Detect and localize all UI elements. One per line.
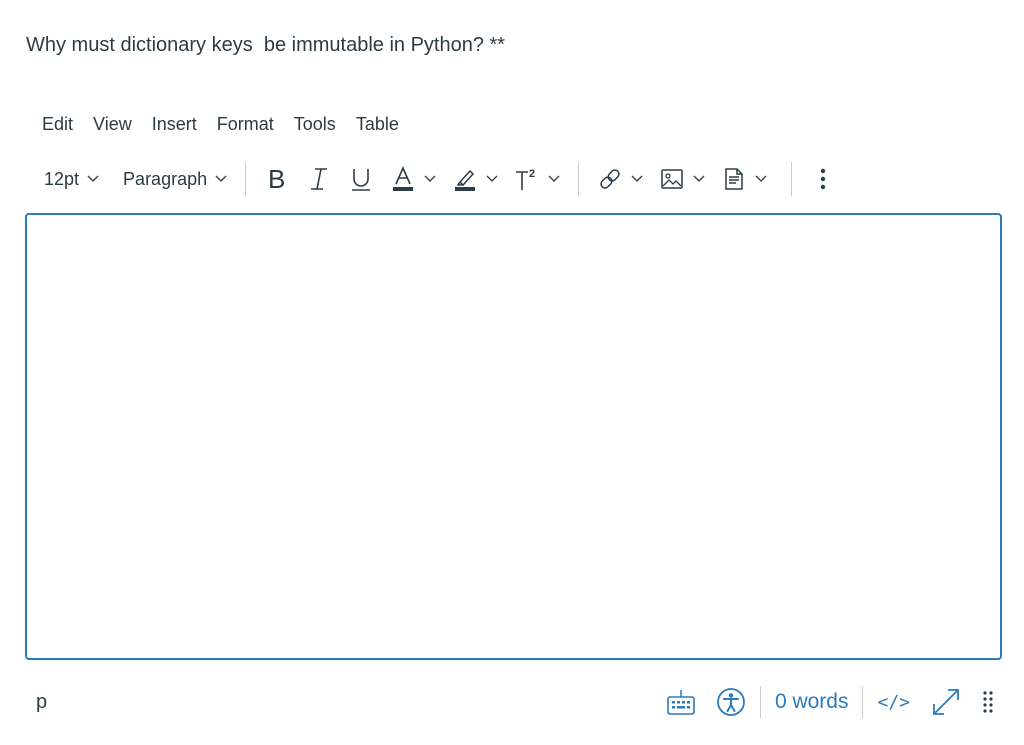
superscript-button[interactable]: 2	[506, 159, 568, 199]
toolbar-divider	[578, 162, 580, 196]
word-count-button[interactable]: 0 words	[765, 690, 859, 714]
more-icon	[818, 166, 828, 192]
accessibility-checker-button[interactable]	[706, 687, 756, 717]
editor-menubar: Edit View Insert Format Tools Table	[32, 112, 409, 137]
html-editor-button[interactable]: </>	[867, 692, 920, 713]
highlight-color-button[interactable]	[444, 159, 506, 199]
italic-icon	[306, 166, 332, 192]
chevron-down-icon	[215, 175, 227, 183]
toolbar-divider	[791, 162, 793, 196]
keyboard-icon	[666, 688, 696, 716]
chevron-down-icon	[693, 175, 705, 183]
menu-view[interactable]: View	[83, 112, 142, 137]
editor-content-area[interactable]	[25, 213, 1002, 660]
menu-insert[interactable]: Insert	[142, 112, 207, 137]
editor-toolbar: 12pt Paragraph B 2	[36, 156, 986, 202]
more-options-button[interactable]	[810, 159, 836, 199]
svg-text:B: B	[268, 166, 285, 192]
font-size-value: 12pt	[44, 168, 80, 189]
font-size-dropdown[interactable]: 12pt	[36, 159, 107, 199]
document-button[interactable]	[713, 159, 775, 199]
menu-edit[interactable]: Edit	[32, 112, 83, 137]
chevron-down-icon	[631, 175, 643, 183]
image-button[interactable]	[651, 159, 713, 199]
drag-handle-icon	[982, 689, 994, 715]
resize-handle[interactable]	[972, 689, 998, 715]
document-icon	[721, 166, 747, 192]
status-divider	[862, 686, 864, 718]
svg-text:2: 2	[529, 168, 535, 180]
italic-button[interactable]	[298, 159, 340, 199]
menu-tools[interactable]: Tools	[284, 112, 346, 137]
accessibility-icon	[716, 687, 746, 717]
underline-button[interactable]	[340, 159, 382, 199]
keyboard-shortcuts-button[interactable]	[656, 688, 706, 716]
text-color-icon	[390, 166, 416, 192]
block-format-dropdown[interactable]: Paragraph	[115, 159, 235, 199]
status-divider	[759, 686, 761, 718]
chevron-down-icon	[87, 175, 99, 183]
toolbar-divider	[245, 162, 247, 196]
chevron-down-icon	[424, 175, 436, 183]
chevron-down-icon	[548, 175, 560, 183]
image-icon	[659, 166, 685, 192]
fullscreen-icon	[930, 686, 962, 718]
status-controls: 0 words </>	[656, 686, 998, 718]
highlight-icon	[452, 166, 478, 192]
element-path[interactable]: p	[36, 691, 47, 714]
bold-button[interactable]: B	[256, 159, 298, 199]
chevron-down-icon	[486, 175, 498, 183]
editor-statusbar: p 0 words </>	[26, 680, 998, 724]
block-format-value: Paragraph	[123, 168, 208, 189]
fullscreen-button[interactable]	[920, 686, 972, 718]
word-count: 0 words	[774, 690, 849, 713]
question-text: Why must dictionary keys be immutable in…	[26, 34, 506, 56]
link-icon	[597, 166, 623, 192]
menu-table[interactable]: Table	[346, 112, 409, 137]
underline-icon	[348, 166, 374, 192]
chevron-down-icon	[755, 175, 767, 183]
link-button[interactable]	[589, 159, 651, 199]
superscript-icon: 2	[514, 166, 540, 192]
menu-format[interactable]: Format	[207, 112, 284, 137]
text-color-button[interactable]	[382, 159, 444, 199]
code-view-icon: </>	[877, 691, 910, 713]
bold-icon: B	[264, 166, 290, 192]
